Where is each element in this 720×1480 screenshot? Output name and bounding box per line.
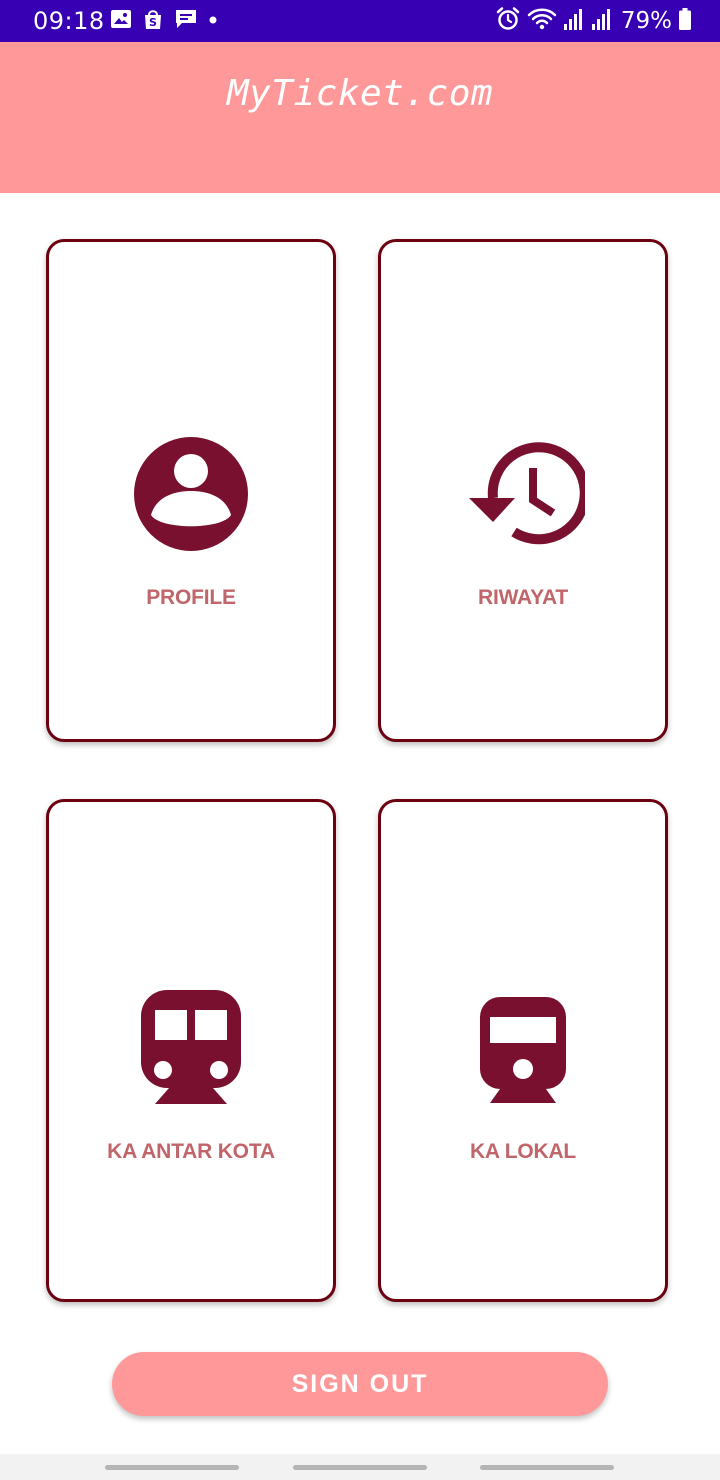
local-train-icon [478, 995, 568, 1110]
app-title: MyTicket.com [226, 73, 494, 114]
wifi-icon [527, 6, 557, 37]
recent-apps-handle[interactable] [105, 1465, 239, 1470]
train-icon [139, 988, 243, 1113]
signal-icon [563, 7, 585, 36]
gallery-icon [110, 9, 132, 34]
ka-lokal-card[interactable]: KA LOKAL [378, 799, 668, 1302]
ka-antar-kota-card[interactable]: KA ANTAR KOTA [46, 799, 336, 1302]
battery-icon [678, 7, 692, 36]
account-circle-icon [132, 435, 250, 558]
status-system-icons: 79% [495, 6, 692, 37]
alarm-icon [495, 6, 521, 37]
riwayat-card[interactable]: RIWAYAT [378, 239, 668, 742]
sign-out-button[interactable]: SIGN OUT [112, 1352, 608, 1416]
home-handle[interactable] [293, 1465, 427, 1470]
status-time: 09:18 [33, 7, 105, 35]
message-icon [174, 8, 198, 35]
battery-percent: 79% [620, 8, 672, 34]
profile-label: PROFILE [146, 586, 236, 609]
ka-lokal-label: KA LOKAL [469, 1140, 577, 1163]
svg-text:S: S [149, 16, 157, 29]
status-bar: 09:18 S 79% [0, 0, 720, 42]
dot-icon [208, 12, 218, 30]
profile-card[interactable]: PROFILE [46, 239, 336, 742]
riwayat-label: RIWAYAT [477, 586, 568, 609]
navigation-bar [0, 1454, 720, 1480]
ka-antar-kota-label: KA ANTAR KOTA [107, 1140, 275, 1163]
signal-icon [591, 7, 613, 36]
back-handle[interactable] [480, 1465, 614, 1470]
app-header: MyTicket.com [0, 42, 720, 193]
shopee-icon: S [142, 8, 164, 35]
history-icon [461, 440, 590, 555]
status-notification-icons: S [110, 9, 218, 33]
